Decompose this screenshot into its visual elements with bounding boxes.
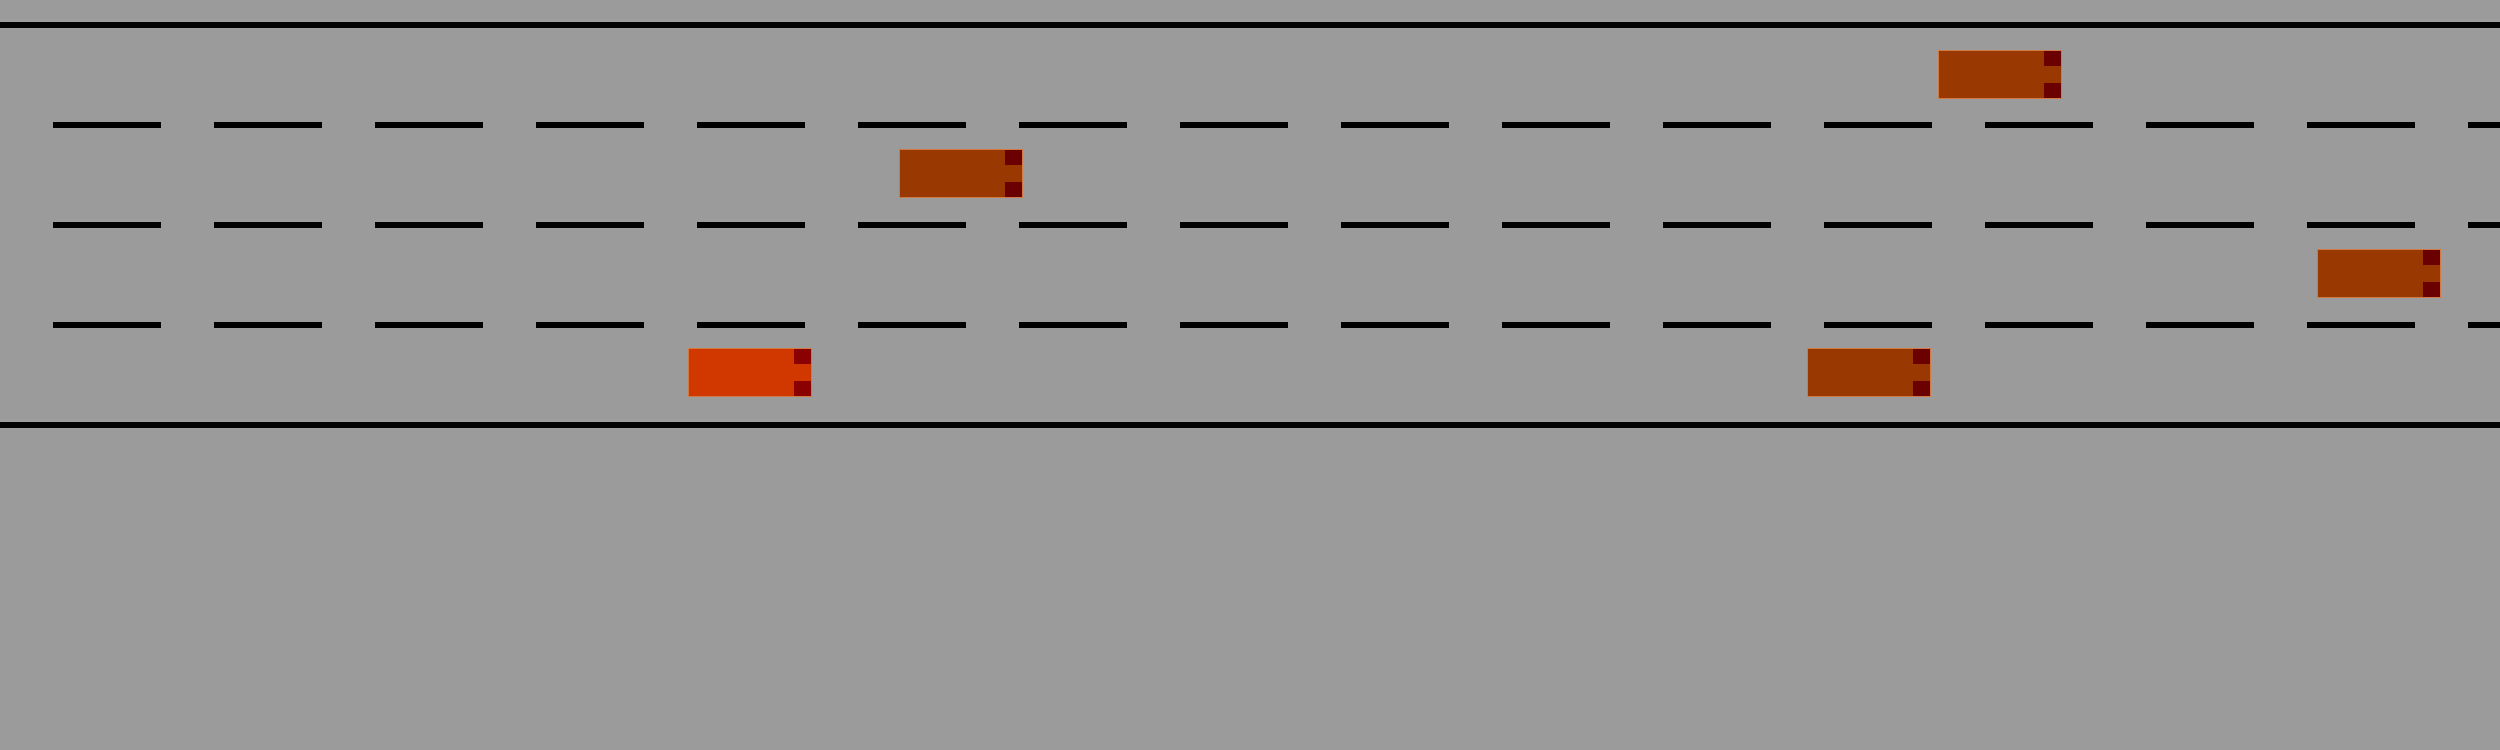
traffic-vehicle bbox=[899, 149, 1023, 198]
traffic-vehicle-taillight-right bbox=[2044, 83, 2061, 98]
traffic-vehicle bbox=[1807, 348, 1931, 397]
road-bottom-edge bbox=[0, 422, 2500, 428]
traffic-vehicle-taillight-left bbox=[2423, 250, 2440, 265]
traffic-vehicle-taillight-right bbox=[1005, 182, 1022, 197]
ego-vehicle-taillight-right bbox=[794, 381, 811, 396]
road-top-edge bbox=[0, 22, 2500, 28]
traffic-vehicle-taillight-left bbox=[1005, 150, 1022, 165]
traffic-vehicle bbox=[2317, 249, 2441, 298]
highway-scene bbox=[0, 0, 2500, 750]
traffic-vehicle-taillight-right bbox=[1913, 381, 1930, 396]
ego-vehicle-taillight-left bbox=[794, 349, 811, 364]
lane-divider-2 bbox=[0, 222, 2500, 228]
lane-divider-1 bbox=[0, 122, 2500, 128]
traffic-vehicle-taillight-right bbox=[2423, 282, 2440, 297]
traffic-vehicle-taillight-left bbox=[2044, 51, 2061, 66]
lane-divider-3 bbox=[0, 322, 2500, 328]
traffic-vehicle-taillight-left bbox=[1913, 349, 1930, 364]
traffic-vehicle bbox=[1938, 50, 2062, 99]
ego-vehicle bbox=[688, 348, 812, 397]
